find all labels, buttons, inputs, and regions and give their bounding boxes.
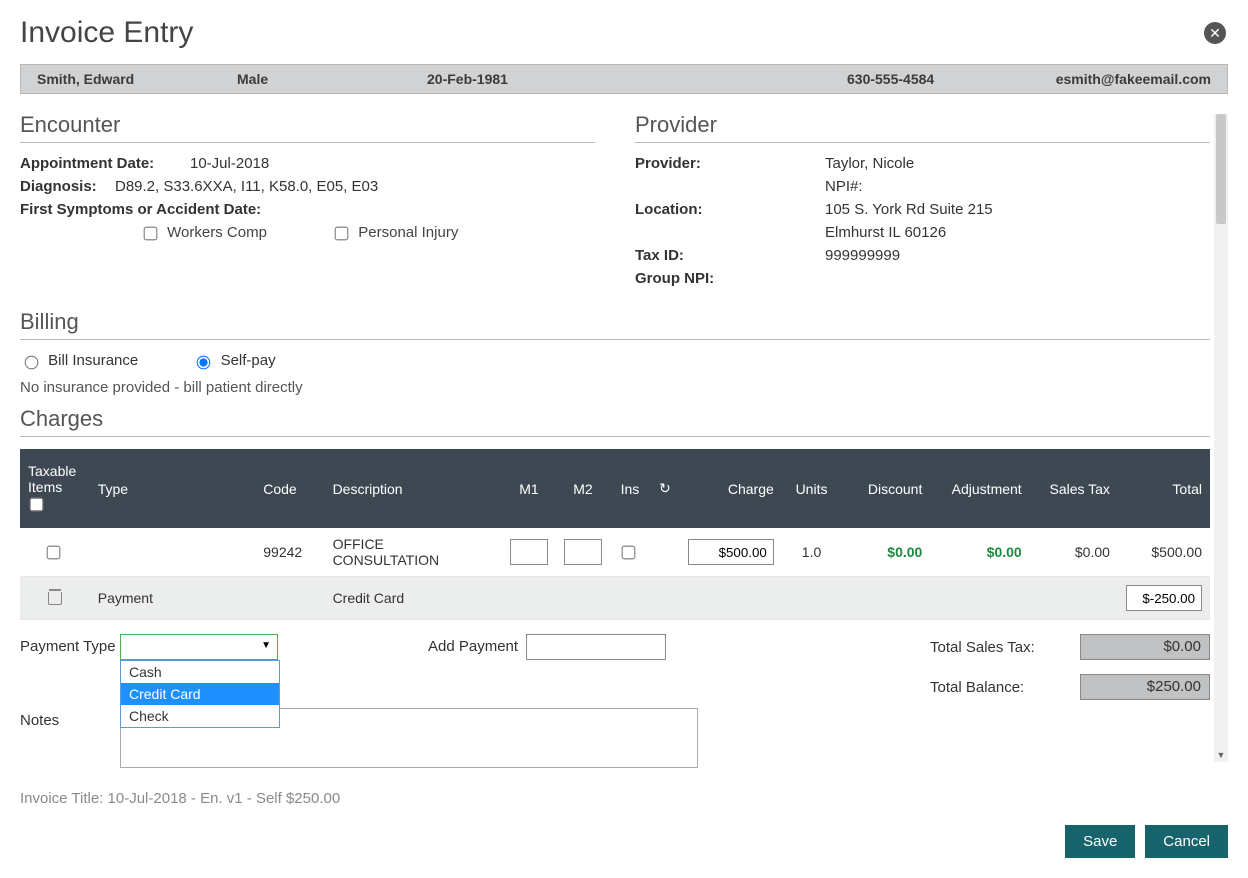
th-m2: M2 xyxy=(556,449,610,528)
th-discount: Discount xyxy=(841,449,930,528)
billing-heading: Billing xyxy=(20,309,1210,340)
row-type xyxy=(90,528,256,577)
vertical-scrollbar[interactable]: ▲ ▼ xyxy=(1214,114,1228,762)
groupnpi-label: Group NPI: xyxy=(635,270,825,287)
appt-date-value: 10-Jul-2018 xyxy=(190,155,269,172)
self-pay-option[interactable]: Self-pay xyxy=(192,352,275,369)
symptoms-date-label: First Symptoms or Accident Date: xyxy=(20,201,280,218)
self-pay-label: Self-pay xyxy=(221,352,276,369)
bill-insurance-option[interactable]: Bill Insurance xyxy=(20,352,142,369)
taxable-all-checkbox[interactable] xyxy=(30,498,44,512)
charges-heading: Charges xyxy=(20,406,1210,437)
page-title: Invoice Entry xyxy=(20,16,1228,50)
scroll-down-icon[interactable]: ▼ xyxy=(1214,750,1228,764)
save-button[interactable]: Save xyxy=(1065,825,1135,858)
patient-name: Smith, Edward xyxy=(31,71,231,87)
row-salestax: $0.00 xyxy=(1030,528,1118,577)
total-sales-tax-value: $0.00 xyxy=(1080,634,1210,660)
total-balance-value: $250.00 xyxy=(1080,674,1210,700)
patient-dob: 20-Feb-1981 xyxy=(421,71,841,87)
patient-phone: 630-555-4584 xyxy=(841,71,1041,87)
diagnosis-label: Diagnosis: xyxy=(20,178,115,195)
row-m2-input[interactable] xyxy=(564,539,602,565)
row-taxable-checkbox[interactable] xyxy=(47,545,61,559)
close-button[interactable]: ✕ xyxy=(1204,22,1226,44)
payment-option-check[interactable]: Check xyxy=(121,705,279,727)
location-line2: Elmhurst IL 60126 xyxy=(825,224,946,241)
total-sales-tax-label: Total Sales Tax: xyxy=(930,639,1060,656)
add-payment-label: Add Payment xyxy=(428,634,518,655)
row-description: Credit Card xyxy=(325,577,502,620)
th-charge: Charge xyxy=(680,449,782,528)
th-taxable: Taxable Items xyxy=(28,463,76,495)
row-type: Payment xyxy=(90,577,256,620)
th-salestax: Sales Tax xyxy=(1030,449,1118,528)
diagnosis-value: D89.2, S33.6XXA, I11, K58.0, E05, E03 xyxy=(115,178,378,195)
scroll-thumb[interactable] xyxy=(1216,114,1226,224)
provider-value: Taylor, Nicole xyxy=(825,155,914,172)
payment-type-select[interactable]: ▼ Cash Credit Card Check xyxy=(120,634,278,660)
billing-note: No insurance provided - bill patient dir… xyxy=(20,379,1210,396)
add-payment-input[interactable] xyxy=(526,634,666,660)
th-description: Description xyxy=(325,449,502,528)
payment-type-label: Payment Type xyxy=(20,634,120,655)
location-line1: 105 S. York Rd Suite 215 xyxy=(825,201,993,218)
close-icon: ✕ xyxy=(1209,25,1221,41)
th-ins: Ins xyxy=(610,449,650,528)
row-adjustment: $0.00 xyxy=(930,528,1029,577)
row-units: 1.0 xyxy=(782,528,841,577)
th-code: Code xyxy=(255,449,324,528)
refresh-icon[interactable]: ↻ xyxy=(659,480,671,496)
th-units: Units xyxy=(782,449,841,528)
npi-label: NPI#: xyxy=(825,178,863,195)
self-pay-radio[interactable] xyxy=(197,356,211,370)
table-row: Payment Credit Card xyxy=(20,577,1210,620)
th-adjustment: Adjustment xyxy=(930,449,1029,528)
row-m1-input[interactable] xyxy=(510,539,548,565)
row-code: 99242 xyxy=(255,528,324,577)
cancel-button[interactable]: Cancel xyxy=(1145,825,1228,858)
row-charge-input[interactable] xyxy=(688,539,774,565)
personal-injury-checkbox[interactable] xyxy=(335,227,349,241)
payment-option-credit-card[interactable]: Credit Card xyxy=(121,683,279,705)
invoice-title-line: Invoice Title: 10-Jul-2018 - En. v1 - Se… xyxy=(20,790,1228,807)
workers-comp-option[interactable]: Workers Comp xyxy=(140,224,271,241)
th-type: Type xyxy=(90,449,256,528)
table-row: 99242 OFFICE CONSULTATION 1.0 $0.00 $0.0… xyxy=(20,528,1210,577)
row-discount: $0.00 xyxy=(841,528,930,577)
encounter-heading: Encounter xyxy=(20,112,595,143)
appt-date-label: Appointment Date: xyxy=(20,155,190,172)
patient-bar: Smith, Edward Male 20-Feb-1981 630-555-4… xyxy=(20,64,1228,94)
location-label: Location: xyxy=(635,201,825,218)
trash-icon[interactable] xyxy=(48,589,62,605)
payment-type-dropdown[interactable]: Cash Credit Card Check xyxy=(120,660,280,728)
row-total: $500.00 xyxy=(1118,528,1210,577)
personal-injury-option[interactable]: Personal Injury xyxy=(331,224,458,241)
row-ins-checkbox[interactable] xyxy=(622,545,636,559)
patient-gender: Male xyxy=(231,71,421,87)
provider-label: Provider: xyxy=(635,155,825,172)
charges-table: Taxable Items Type Code Description M1 M… xyxy=(20,449,1210,620)
th-total: Total xyxy=(1118,449,1210,528)
taxid-label: Tax ID: xyxy=(635,247,825,264)
notes-label: Notes xyxy=(20,708,120,729)
patient-email: esmith@fakeemail.com xyxy=(1041,71,1217,87)
th-m1: M1 xyxy=(502,449,556,528)
bill-insurance-label: Bill Insurance xyxy=(48,352,138,369)
provider-heading: Provider xyxy=(635,112,1210,143)
total-balance-label: Total Balance: xyxy=(930,679,1060,696)
row-total-input[interactable] xyxy=(1126,585,1202,611)
workers-comp-checkbox[interactable] xyxy=(144,227,158,241)
row-description: OFFICE CONSULTATION xyxy=(325,528,502,577)
taxid-value: 999999999 xyxy=(825,247,900,264)
bill-insurance-radio[interactable] xyxy=(25,356,39,370)
chevron-down-icon: ▼ xyxy=(261,640,271,651)
payment-option-cash[interactable]: Cash xyxy=(121,661,279,683)
workers-comp-label: Workers Comp xyxy=(167,224,267,241)
personal-injury-label: Personal Injury xyxy=(358,224,458,241)
